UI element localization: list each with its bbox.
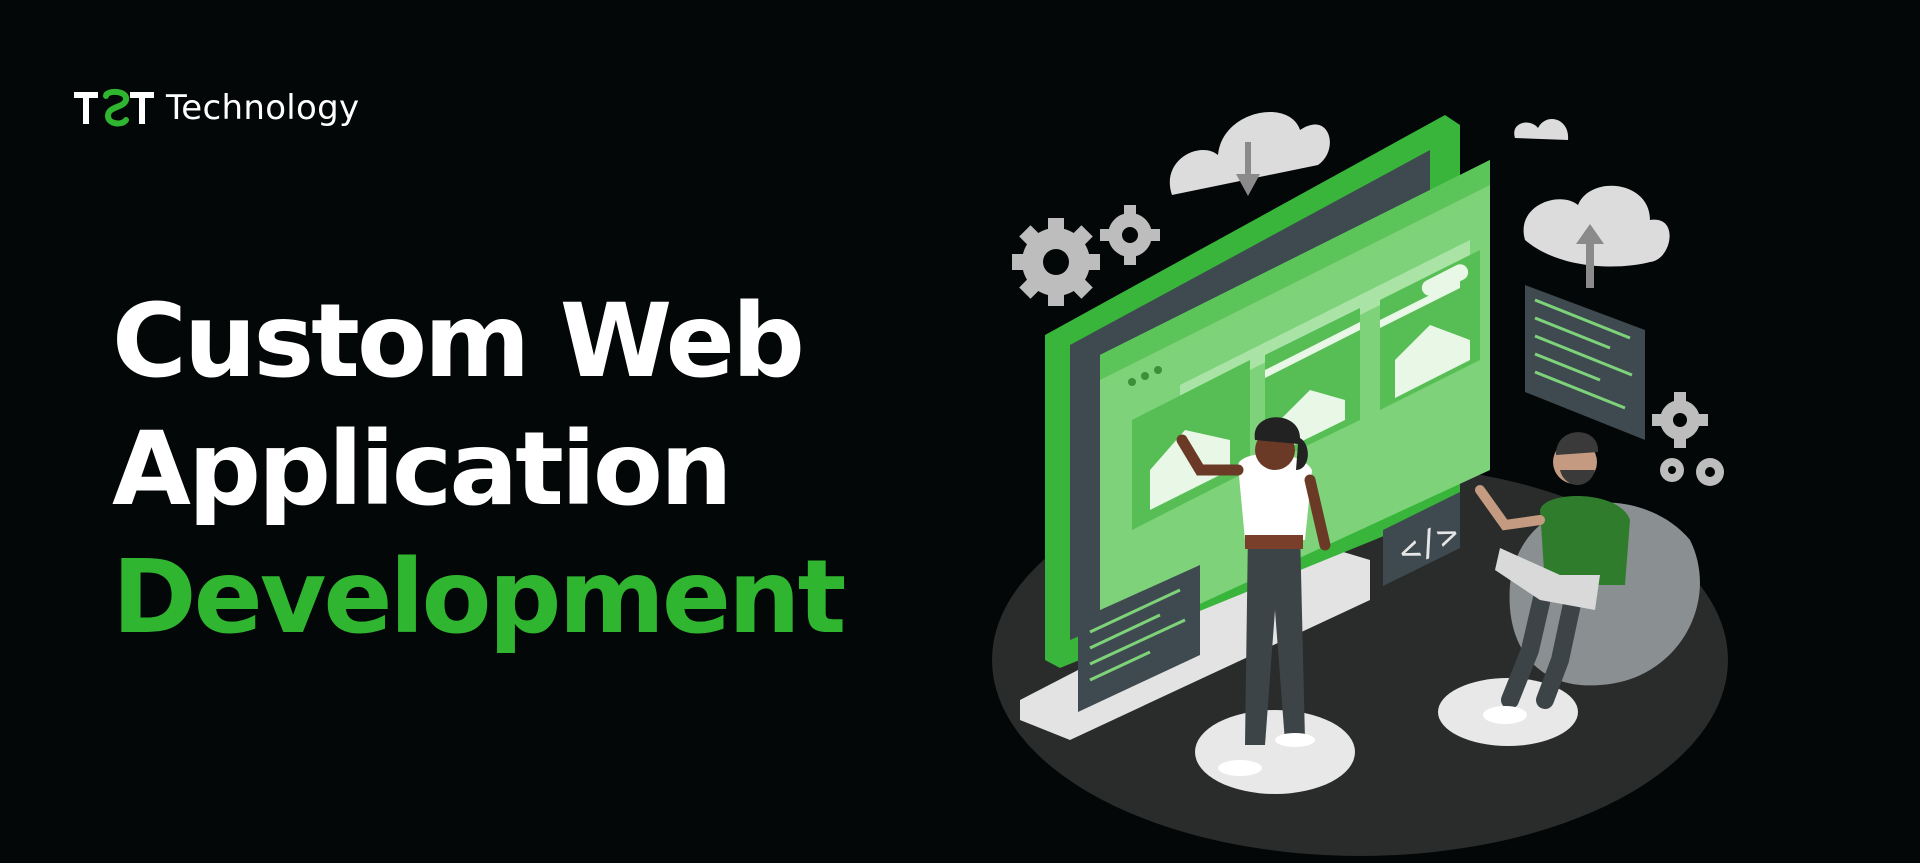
gear-small-icon bbox=[1100, 205, 1160, 265]
cloud-download-icon bbox=[1169, 111, 1330, 196]
web-development-illustration: </> bbox=[992, 111, 1728, 856]
cloud-upload-icon bbox=[1523, 185, 1670, 288]
code-panel-right bbox=[1525, 285, 1645, 440]
gear-right-small-icon-2 bbox=[1696, 458, 1724, 486]
cloud-small-icon bbox=[1514, 118, 1569, 140]
gear-right-small-icon bbox=[1660, 458, 1684, 482]
gear-icon bbox=[1012, 218, 1100, 306]
hero-banner: Technology Custom Web Application Develo… bbox=[0, 0, 1920, 863]
gear-right-icon bbox=[1652, 392, 1708, 448]
